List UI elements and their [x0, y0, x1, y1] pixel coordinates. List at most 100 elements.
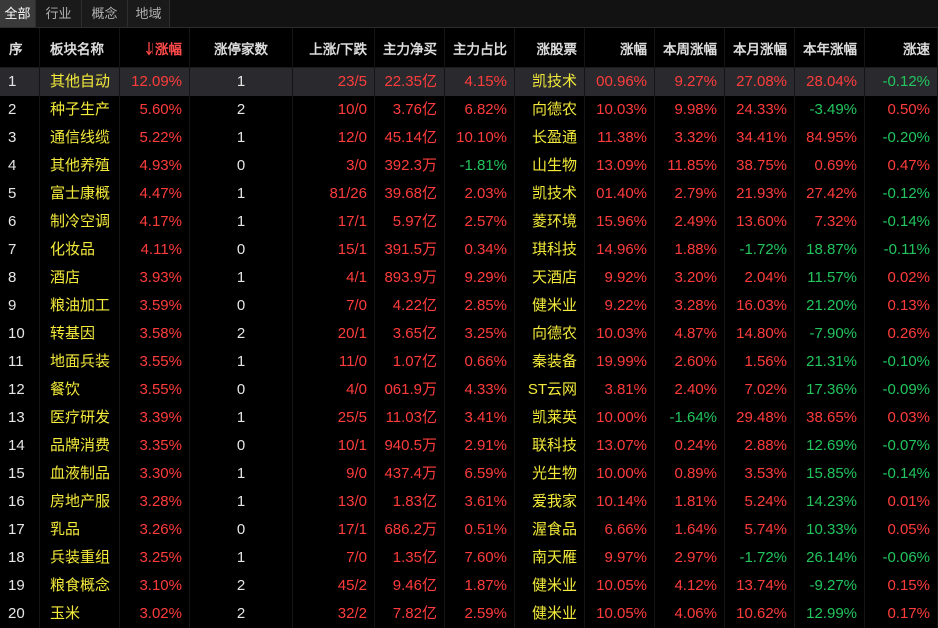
limit-up-count-cell: 0 [190, 516, 293, 544]
limit-up-count-cell: 1 [190, 208, 293, 236]
leading-stock-change-cell: 00.96% [585, 68, 655, 96]
main-net-buy-cell: 686.2万 [375, 516, 445, 544]
main-ratio-cell: 2.85% [445, 292, 515, 320]
table-row[interactable]: 12 餐饮 3.55% 0 4/0 061.9万 4.33% ST云网 3.81% 2.40% 7.… [0, 376, 938, 404]
header-limit-up-count[interactable]: 涨停家数 [190, 28, 293, 68]
leading-stock-change-cell: 19.99% [585, 348, 655, 376]
table-row[interactable]: 19 粮食概念 3.10% 2 45/2 9.46亿 1.87% 健米业 10.05% 4.12%… [0, 572, 938, 600]
table-header: 序 板块名称 涨幅 涨停家数 上涨/下跌 主力净买 主力占比 涨股票 涨幅 本周… [0, 28, 938, 68]
month-change-cell: 14.80% [725, 320, 795, 348]
leading-stock-cell: 健米业 [515, 572, 585, 600]
leading-stock-cell: ST云网 [515, 376, 585, 404]
header-month-change[interactable]: 本月涨幅 [725, 28, 795, 68]
table-row[interactable]: 3 通信线缆 5.22% 1 12/0 45.14亿 10.10% 长盈通 11.38% 3.32… [0, 124, 938, 152]
table-row[interactable]: 8 酒店 3.93% 1 4/1 893.9万 9.29% 天酒店 9.92% 3.20% 2.04… [0, 264, 938, 292]
speed-cell: 0.01% [865, 488, 938, 516]
rank-cell: 6 [0, 208, 40, 236]
table-row[interactable]: 13 医疗研发 3.39% 1 25/5 11.03亿 3.41% 凯莱英 10.00% -1.6… [0, 404, 938, 432]
tab-industry[interactable]: 行业 [36, 0, 82, 27]
header-sector-name[interactable]: 板块名称 [40, 28, 120, 68]
change-cell: 4.17% [120, 208, 190, 236]
header-leading-stock-change[interactable]: 涨幅 [585, 28, 655, 68]
ytd-change-cell: 84.95% [795, 124, 865, 152]
table-row[interactable]: 6 制冷空调 4.17% 1 17/1 5.97亿 2.57% 菱环境 15.96% 2.49% 1… [0, 208, 938, 236]
header-main-net-buy[interactable]: 主力净买 [375, 28, 445, 68]
change-cell: 3.02% [120, 600, 190, 628]
sector-name-cell: 制冷空调 [40, 208, 120, 236]
header-change[interactable]: 涨幅 [120, 28, 190, 68]
limit-up-count-cell: 0 [190, 152, 293, 180]
leading-stock-change-cell: 13.09% [585, 152, 655, 180]
week-change-cell: 4.12% [655, 572, 725, 600]
change-cell: 5.22% [120, 124, 190, 152]
table-row[interactable]: 16 房地产服 3.28% 1 13/0 1.83亿 3.61% 爱我家 10.14% 1.81%… [0, 488, 938, 516]
main-net-buy-cell: 3.76亿 [375, 96, 445, 124]
limit-up-count-cell: 1 [190, 264, 293, 292]
ytd-change-cell: 27.42% [795, 180, 865, 208]
up-down-cell: 7/0 [293, 544, 375, 572]
ytd-change-cell: -3.49% [795, 96, 865, 124]
main-net-buy-cell: 1.35亿 [375, 544, 445, 572]
table-row[interactable]: 20 玉米 3.02% 2 32/2 7.82亿 2.59% 健米业 10.05% 4.06% 10… [0, 600, 938, 628]
up-down-cell: 11/0 [293, 348, 375, 376]
rank-cell: 17 [0, 516, 40, 544]
header-speed[interactable]: 涨速 [865, 28, 938, 68]
table-row[interactable]: 1 其他自动 12.09% 1 23/5 22.35亿 4.15% 凯技术 00.96% 9.27… [0, 68, 938, 96]
table-row[interactable]: 5 富士康概 4.47% 1 81/26 39.68亿 2.03% 凯技术 01.40% 2.79… [0, 180, 938, 208]
change-cell: 12.09% [120, 68, 190, 96]
limit-up-count-cell: 2 [190, 572, 293, 600]
week-change-cell: 3.32% [655, 124, 725, 152]
header-week-change[interactable]: 本周涨幅 [655, 28, 725, 68]
month-change-cell: 29.48% [725, 404, 795, 432]
month-change-cell: 1.56% [725, 348, 795, 376]
change-cell: 3.55% [120, 348, 190, 376]
speed-cell: 0.17% [865, 600, 938, 628]
ytd-change-cell: -9.27% [795, 572, 865, 600]
header-leading-stock-change-label: 涨幅 [620, 42, 647, 57]
table-row[interactable]: 2 种子生产 5.60% 2 10/0 3.76亿 6.82% 向德农 10.03% 9.98% 2… [0, 96, 938, 124]
tab-all[interactable]: 全部 [0, 0, 36, 27]
limit-up-count-cell: 2 [190, 600, 293, 628]
speed-cell: -0.11% [865, 236, 938, 264]
month-change-cell: 2.88% [725, 432, 795, 460]
header-up-down[interactable]: 上涨/下跌 [293, 28, 375, 68]
leading-stock-change-cell: 15.96% [585, 208, 655, 236]
table-row[interactable]: 10 转基因 3.58% 2 20/1 3.65亿 3.25% 向德农 10.03% 4.87% 1… [0, 320, 938, 348]
up-down-cell: 9/0 [293, 460, 375, 488]
main-net-buy-cell: 45.14亿 [375, 124, 445, 152]
table-row[interactable]: 7 化妆品 4.11% 0 15/1 391.5万 0.34% 琪科技 14.96% 1.88% -… [0, 236, 938, 264]
week-change-cell: 2.60% [655, 348, 725, 376]
header-main-ratio[interactable]: 主力占比 [445, 28, 515, 68]
table-row[interactable]: 9 粮油加工 3.59% 0 7/0 4.22亿 2.85% 健米业 9.22% 3.28% 16.… [0, 292, 938, 320]
change-cell: 3.93% [120, 264, 190, 292]
week-change-cell: 0.24% [655, 432, 725, 460]
header-rank[interactable]: 序 [0, 28, 40, 68]
header-speed-label: 涨速 [903, 42, 930, 57]
ytd-change-cell: 17.36% [795, 376, 865, 404]
leading-stock-cell: 爱我家 [515, 488, 585, 516]
up-down-cell: 20/1 [293, 320, 375, 348]
tab-concept[interactable]: 概念 [82, 0, 128, 27]
tab-region[interactable]: 地域 [128, 0, 170, 27]
header-main-ratio-label: 主力占比 [453, 42, 507, 57]
main-ratio-cell: 2.57% [445, 208, 515, 236]
leading-stock-cell: 南天雁 [515, 544, 585, 572]
header-ytd-change[interactable]: 本年涨幅 [795, 28, 865, 68]
rank-cell: 10 [0, 320, 40, 348]
main-net-buy-cell: 940.5万 [375, 432, 445, 460]
table-row[interactable]: 14 品牌消费 3.35% 0 10/1 940.5万 2.91% 联科技 13.07% 0.24… [0, 432, 938, 460]
leading-stock-cell: 光生物 [515, 460, 585, 488]
main-ratio-cell: 2.59% [445, 600, 515, 628]
table-row[interactable]: 11 地面兵装 3.55% 1 11/0 1.07亿 0.66% 秦装备 19.99% 2.60%… [0, 348, 938, 376]
table-row[interactable]: 15 血液制品 3.30% 1 9/0 437.4万 6.59% 光生物 10.00% 0.89%… [0, 460, 938, 488]
table-row[interactable]: 18 兵装重组 3.25% 1 7/0 1.35亿 7.60% 南天雁 9.97% 2.97% -1… [0, 544, 938, 572]
table-row[interactable]: 4 其他养殖 4.93% 0 3/0 392.3万 -1.81% 山生物 13.09% 11.85… [0, 152, 938, 180]
up-down-cell: 7/0 [293, 292, 375, 320]
header-leading-stock[interactable]: 涨股票 [515, 28, 585, 68]
leading-stock-change-cell: 13.07% [585, 432, 655, 460]
table-row[interactable]: 17 乳品 3.26% 0 17/1 686.2万 0.51% 渥食品 6.66% 1.64% 5.… [0, 516, 938, 544]
ytd-change-cell: 15.85% [795, 460, 865, 488]
change-cell: 3.59% [120, 292, 190, 320]
week-change-cell: 1.81% [655, 488, 725, 516]
speed-cell: -0.10% [865, 348, 938, 376]
